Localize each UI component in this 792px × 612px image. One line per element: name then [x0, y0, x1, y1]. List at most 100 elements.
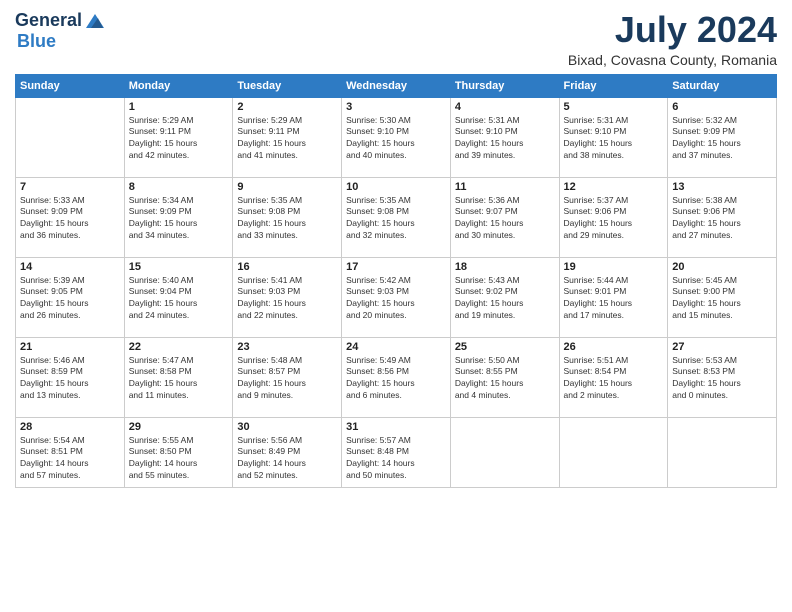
- calendar-cell-4-0: 28Sunrise: 5:54 AMSunset: 8:51 PMDayligh…: [16, 417, 125, 487]
- day-info-13: Sunrise: 5:38 AMSunset: 9:06 PMDaylight:…: [672, 195, 772, 243]
- month-title: July 2024: [568, 10, 777, 50]
- day-info-6: Sunrise: 5:32 AMSunset: 9:09 PMDaylight:…: [672, 115, 772, 163]
- header: General Blue July 2024 Bixad, Covasna Co…: [15, 10, 777, 68]
- day-number-31: 31: [346, 421, 446, 433]
- day-number-20: 20: [672, 261, 772, 273]
- day-info-17: Sunrise: 5:42 AMSunset: 9:03 PMDaylight:…: [346, 275, 446, 323]
- day-info-30: Sunrise: 5:56 AMSunset: 8:49 PMDaylight:…: [237, 435, 337, 483]
- day-info-27: Sunrise: 5:53 AMSunset: 8:53 PMDaylight:…: [672, 355, 772, 403]
- day-info-15: Sunrise: 5:40 AMSunset: 9:04 PMDaylight:…: [129, 275, 229, 323]
- calendar-cell-3-4: 25 Sunrise: 5:50 AMSunset: 8:55 PMDayligh…: [450, 337, 559, 417]
- calendar-cell-2-1: 15 Sunrise: 5:40 AMSunset: 9:04 PMDayligh…: [124, 257, 233, 337]
- calendar-cell-4-6: [668, 417, 777, 487]
- calendar-cell-4-2: 30 Sunrise: 5:56 AMSunset: 8:49 PMDayligh…: [233, 417, 342, 487]
- day-info-8: Sunrise: 5:34 AMSunset: 9:09 PMDaylight:…: [129, 195, 229, 243]
- calendar-cell-4-3: 31 Sunrise: 5:57 AMSunset: 8:48 PMDayligh…: [342, 417, 451, 487]
- calendar-cell-4-1: 29 Sunrise: 5:55 AMSunset: 8:50 PMDayligh…: [124, 417, 233, 487]
- location-title: Bixad, Covasna County, Romania: [568, 52, 777, 68]
- day-number-14: 14: [20, 261, 120, 273]
- logo: General Blue: [15, 10, 106, 52]
- calendar-cell-1-4: 11 Sunrise: 5:36 AMSunset: 9:07 PMDayligh…: [450, 177, 559, 257]
- calendar-cell-3-2: 23 Sunrise: 5:48 AMSunset: 8:57 PMDayligh…: [233, 337, 342, 417]
- day-info-10: Sunrise: 5:35 AMSunset: 9:08 PMDaylight:…: [346, 195, 446, 243]
- day-info-12: Sunrise: 5:37 AMSunset: 9:06 PMDaylight:…: [564, 195, 664, 243]
- calendar-cell-3-6: 27 Sunrise: 5:53 AMSunset: 8:53 PMDayligh…: [668, 337, 777, 417]
- day-number-26: 26: [564, 341, 664, 353]
- day-info-9: Sunrise: 5:35 AMSunset: 9:08 PMDaylight:…: [237, 195, 337, 243]
- day-number-29: 29: [129, 421, 229, 433]
- col-sunday: Sunday: [16, 74, 125, 97]
- day-info-18: Sunrise: 5:43 AMSunset: 9:02 PMDaylight:…: [455, 275, 555, 323]
- logo-general-text: General: [15, 11, 82, 31]
- day-number-8: 8: [129, 181, 229, 193]
- calendar-cell-0-3: 3Sunrise: 5:30 AMSunset: 9:10 PMDaylight…: [342, 97, 451, 177]
- calendar-cell-4-4: [450, 417, 559, 487]
- day-number-9: 9: [237, 181, 337, 193]
- day-info-19: Sunrise: 5:44 AMSunset: 9:01 PMDaylight:…: [564, 275, 664, 323]
- calendar-cell-2-5: 19 Sunrise: 5:44 AMSunset: 9:01 PMDayligh…: [559, 257, 668, 337]
- day-info-16: Sunrise: 5:41 AMSunset: 9:03 PMDaylight:…: [237, 275, 337, 323]
- calendar-cell-1-5: 12 Sunrise: 5:37 AMSunset: 9:06 PMDayligh…: [559, 177, 668, 257]
- day-number-18: 18: [455, 261, 555, 273]
- day-info-14: Sunrise: 5:39 AMSunset: 9:05 PMDaylight:…: [20, 275, 120, 323]
- day-number-23: 23: [237, 341, 337, 353]
- day-info-23: Sunrise: 5:48 AMSunset: 8:57 PMDaylight:…: [237, 355, 337, 403]
- day-info-26: Sunrise: 5:51 AMSunset: 8:54 PMDaylight:…: [564, 355, 664, 403]
- col-saturday: Saturday: [668, 74, 777, 97]
- day-info-11: Sunrise: 5:36 AMSunset: 9:07 PMDaylight:…: [455, 195, 555, 243]
- calendar-cell-0-2: 2Sunrise: 5:29 AMSunset: 9:11 PMDaylight…: [233, 97, 342, 177]
- calendar-table: Sunday Monday Tuesday Wednesday Thursday…: [15, 74, 777, 488]
- calendar-cell-2-0: 14 Sunrise: 5:39 AMSunset: 9:05 PMDayligh…: [16, 257, 125, 337]
- calendar-cell-1-0: 7Sunrise: 5:33 AMSunset: 9:09 PMDaylight…: [16, 177, 125, 257]
- calendar-cell-3-3: 24Sunrise: 5:49 AMSunset: 8:56 PMDayligh…: [342, 337, 451, 417]
- day-info-3: Sunrise: 5:30 AMSunset: 9:10 PMDaylight:…: [346, 115, 446, 163]
- col-monday: Monday: [124, 74, 233, 97]
- day-info-31: Sunrise: 5:57 AMSunset: 8:48 PMDaylight:…: [346, 435, 446, 483]
- calendar-cell-1-6: 13 Sunrise: 5:38 AMSunset: 9:06 PMDayligh…: [668, 177, 777, 257]
- day-number-7: 7: [20, 181, 120, 193]
- week-row-4: 28Sunrise: 5:54 AMSunset: 8:51 PMDayligh…: [16, 417, 777, 487]
- calendar-cell-2-2: 16 Sunrise: 5:41 AMSunset: 9:03 PMDayligh…: [233, 257, 342, 337]
- logo-icon: [84, 10, 106, 32]
- calendar-cell-0-5: 5Sunrise: 5:31 AMSunset: 9:10 PMDaylight…: [559, 97, 668, 177]
- logo-blue-text: Blue: [17, 32, 106, 52]
- day-number-15: 15: [129, 261, 229, 273]
- col-tuesday: Tuesday: [233, 74, 342, 97]
- day-info-1: Sunrise: 5:29 AMSunset: 9:11 PMDaylight:…: [129, 115, 229, 163]
- day-number-16: 16: [237, 261, 337, 273]
- page: General Blue July 2024 Bixad, Covasna Co…: [0, 0, 792, 612]
- day-number-6: 6: [672, 101, 772, 113]
- day-info-21: Sunrise: 5:46 AMSunset: 8:59 PMDaylight:…: [20, 355, 120, 403]
- day-number-21: 21: [20, 341, 120, 353]
- day-number-5: 5: [564, 101, 664, 113]
- col-thursday: Thursday: [450, 74, 559, 97]
- day-info-20: Sunrise: 5:45 AMSunset: 9:00 PMDaylight:…: [672, 275, 772, 323]
- day-info-25: Sunrise: 5:50 AMSunset: 8:55 PMDaylight:…: [455, 355, 555, 403]
- calendar-cell-0-4: 4 Sunrise: 5:31 AMSunset: 9:10 PMDaylight…: [450, 97, 559, 177]
- calendar-cell-1-2: 9 Sunrise: 5:35 AMSunset: 9:08 PMDaylight…: [233, 177, 342, 257]
- calendar-cell-3-0: 21 Sunrise: 5:46 AMSunset: 8:59 PMDayligh…: [16, 337, 125, 417]
- col-friday: Friday: [559, 74, 668, 97]
- calendar-cell-2-3: 17 Sunrise: 5:42 AMSunset: 9:03 PMDayligh…: [342, 257, 451, 337]
- calendar-header-row: Sunday Monday Tuesday Wednesday Thursday…: [16, 74, 777, 97]
- calendar-cell-0-1: 1Sunrise: 5:29 AMSunset: 9:11 PMDaylight…: [124, 97, 233, 177]
- calendar-cell-0-6: 6 Sunrise: 5:32 AMSunset: 9:09 PMDaylight…: [668, 97, 777, 177]
- day-info-4: Sunrise: 5:31 AMSunset: 9:10 PMDaylight:…: [455, 115, 555, 163]
- day-number-13: 13: [672, 181, 772, 193]
- week-row-1: 7Sunrise: 5:33 AMSunset: 9:09 PMDaylight…: [16, 177, 777, 257]
- day-number-22: 22: [129, 341, 229, 353]
- day-number-25: 25: [455, 341, 555, 353]
- day-info-29: Sunrise: 5:55 AMSunset: 8:50 PMDaylight:…: [129, 435, 229, 483]
- day-number-17: 17: [346, 261, 446, 273]
- calendar-cell-4-5: [559, 417, 668, 487]
- day-number-11: 11: [455, 181, 555, 193]
- day-number-27: 27: [672, 341, 772, 353]
- title-block: July 2024 Bixad, Covasna County, Romania: [568, 10, 777, 68]
- day-number-12: 12: [564, 181, 664, 193]
- calendar-cell-1-1: 8 Sunrise: 5:34 AMSunset: 9:09 PMDaylight…: [124, 177, 233, 257]
- calendar-cell-2-6: 20 Sunrise: 5:45 AMSunset: 9:00 PMDayligh…: [668, 257, 777, 337]
- day-number-19: 19: [564, 261, 664, 273]
- day-number-30: 30: [237, 421, 337, 433]
- day-number-4: 4: [455, 101, 555, 113]
- calendar-cell-3-1: 22Sunrise: 5:47 AMSunset: 8:58 PMDayligh…: [124, 337, 233, 417]
